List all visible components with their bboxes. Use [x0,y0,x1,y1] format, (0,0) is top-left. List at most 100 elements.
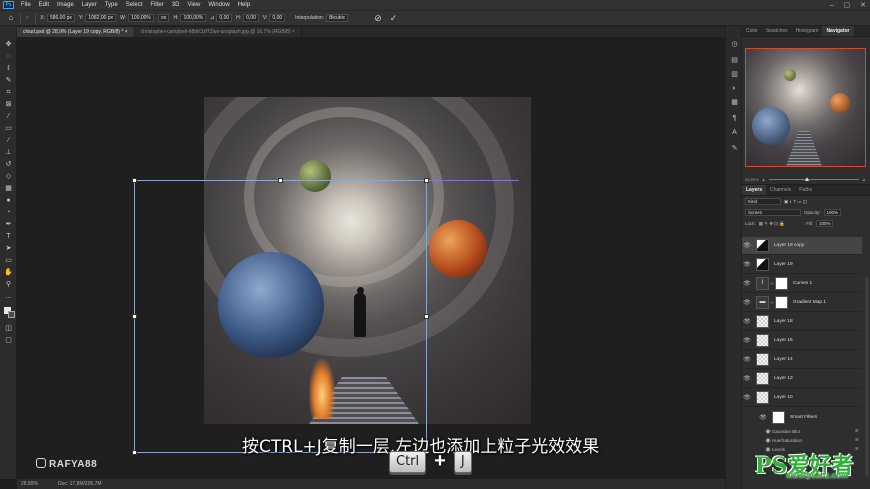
tab-layers[interactable]: Layers [742,185,767,195]
layer-row[interactable]: 👁 Layer 19 [742,256,862,274]
lock-icons[interactable]: ▦ ✎ ✥ ⊡ 🔒 [759,221,785,227]
zoom-knob[interactable] [804,176,809,181]
v-skew-field[interactable]: 0,00 [269,14,286,22]
filter-icons[interactable]: ▣ ◐ T ▭ ◫ [784,199,807,205]
visibility-eye-icon[interactable]: 👁 [742,318,752,325]
lasso-tool-icon[interactable]: ℓ [4,64,13,73]
maximize-icon[interactable]: ▢ [844,1,851,9]
marquee-tool-icon[interactable]: ◌ [4,52,13,61]
layer-row[interactable]: 👁 Layer 14 [742,351,862,369]
opacity-field[interactable]: 100% [823,209,842,216]
zoom-track[interactable] [768,176,860,181]
layer-row[interactable]: 👁 ▬ ∞ Gradient Map 1 [742,294,862,312]
layer-mask-thumbnail[interactable] [775,296,788,309]
visibility-eye-icon[interactable]: 👁 [742,337,752,344]
zoom-tool-icon[interactable]: ⚲ [4,280,13,289]
visibility-eye-icon[interactable]: 👁 [742,261,752,268]
hand-tool-icon[interactable]: ✋ [4,268,13,277]
menu-image[interactable]: Image [57,2,74,8]
visibility-eye-icon[interactable]: 👁 [742,394,752,401]
cancel-transform-icon[interactable]: ⊘ [374,13,382,24]
tab-paths[interactable]: Paths [795,185,816,195]
blur-tool-icon[interactable]: ● [4,196,13,205]
filter-options-icon[interactable]: ≆ [855,428,859,434]
character-icon[interactable]: A [730,128,739,137]
zoom-in-icon[interactable]: ▲ [862,177,866,182]
tab-swatches[interactable]: Swatches [762,26,792,36]
history-brush-tool-icon[interactable]: ↺ [4,160,13,169]
layer-row[interactable]: 👁 Layer 15 [742,332,862,350]
quick-mask-icon[interactable]: ◫ [4,324,13,333]
transform-handle-bottom-left[interactable] [132,450,137,455]
menu-3d[interactable]: 3D [172,2,180,8]
visibility-eye-icon[interactable]: 👁 [742,242,752,249]
move-tool-icon[interactable]: ✥ [4,40,13,49]
reference-point-icon[interactable]: ⁙ [25,15,29,21]
layer-row[interactable]: 👁 Layer 18 [742,313,862,331]
transform-handle-top-right[interactable] [424,178,429,183]
more-tools-icon[interactable]: … [4,292,13,301]
quick-select-tool-icon[interactable]: ✎ [4,76,13,85]
screen-mode-icon[interactable]: ▢ [4,336,13,345]
blend-mode-select[interactable]: Screen [745,209,801,216]
menu-type[interactable]: Type [105,2,118,8]
link-proportions-button[interactable]: oo [157,14,170,22]
visibility-eye-icon[interactable]: 👁 [742,299,752,306]
type-tool-icon[interactable]: T [4,232,13,241]
styles-icon[interactable]: ▦ [730,98,739,107]
interpolation-select[interactable]: Bicubic [326,14,349,22]
history-icon[interactable]: ◷ [730,40,739,49]
gradient-tool-icon[interactable]: ▦ [4,184,13,193]
visibility-eye-icon[interactable]: ◉ [764,428,772,435]
minimize-icon[interactable]: – [830,2,834,9]
rectangle-tool-icon[interactable]: ▭ [4,256,13,265]
smart-filter-row[interactable]: ◉ Gaussian Blur ≆ [742,427,862,435]
smart-filter-row[interactable]: ◉ Hue/Saturation ≆ [742,436,862,444]
y-position-field[interactable]: 1082,00 px [85,14,117,22]
tab-navigator[interactable]: Navigator [822,26,854,36]
transform-bounding-box[interactable] [132,178,429,455]
transform-handle-right[interactable] [424,314,429,319]
filter-options-icon[interactable]: ≆ [855,437,859,443]
tab-histogram[interactable]: Histogram [792,26,823,36]
eraser-tool-icon[interactable]: ◇ [4,172,13,181]
canvas-area[interactable]: 按CTRL+J复制一层,左边也添加上粒子光效效果 Ctrl + J RAFYA8… [17,37,725,479]
menu-file[interactable]: File [21,2,31,8]
menu-edit[interactable]: Edit [39,2,49,8]
menu-help[interactable]: Help [238,2,250,8]
h-skew-field[interactable]: 0,00 [243,14,259,22]
layer-row[interactable]: 👁 Layer 13 [742,370,862,388]
height-field[interactable]: 100,00% [180,14,207,22]
x-position-field[interactable]: 586,00 px [46,14,75,22]
close-icon[interactable]: ✕ [860,1,866,9]
menu-view[interactable]: View [187,2,200,8]
path-select-tool-icon[interactable]: ➤ [4,244,13,253]
transform-handle-top[interactable] [278,178,283,183]
layer-row[interactable]: 👁 Layer 10 [742,389,862,407]
visibility-eye-icon[interactable]: 👁 [742,375,752,382]
commit-transform-icon[interactable]: ✓ [390,13,398,24]
rotate-field[interactable]: 0,00 [216,14,233,22]
visibility-eye-icon[interactable]: 👁 [758,414,768,421]
frame-tool-icon[interactable]: ⊠ [4,100,13,109]
healing-brush-tool-icon[interactable]: ▭ [4,124,13,133]
tab-unsplash-jpg[interactable]: christopher-campbell-h8tbClzf7Zws-unspla… [134,27,302,37]
layer-row[interactable]: 👁 Layer 19 copy [742,237,862,255]
menu-window[interactable]: Window [208,2,229,8]
layer-kind-filter[interactable]: Kind [745,198,781,205]
layer-row[interactable]: 👁 ⌇ ∞ Curves 1 [742,275,862,293]
visibility-eye-icon[interactable]: ◉ [764,437,772,444]
properties-icon[interactable]: ▤ [730,56,739,65]
libraries-icon[interactable]: ▥ [730,70,739,79]
eyedropper-tool-icon[interactable]: ⁄ [4,112,13,121]
navigator-preview[interactable] [745,48,866,167]
home-icon[interactable]: ⌂ [6,13,16,23]
transform-handle-left[interactable] [132,314,137,319]
paragraph-icon[interactable]: ¶ [730,114,739,123]
transform-handle-top-left[interactable] [132,178,137,183]
navigator-zoom-slider[interactable]: 28,89% ▲ ▲ [745,175,866,183]
tab-channels[interactable]: Channels [766,185,795,195]
layer-mask-thumbnail[interactable] [775,277,788,290]
layers-scrollbar[interactable] [865,277,869,477]
zoom-out-icon[interactable]: ▲ [762,177,766,182]
